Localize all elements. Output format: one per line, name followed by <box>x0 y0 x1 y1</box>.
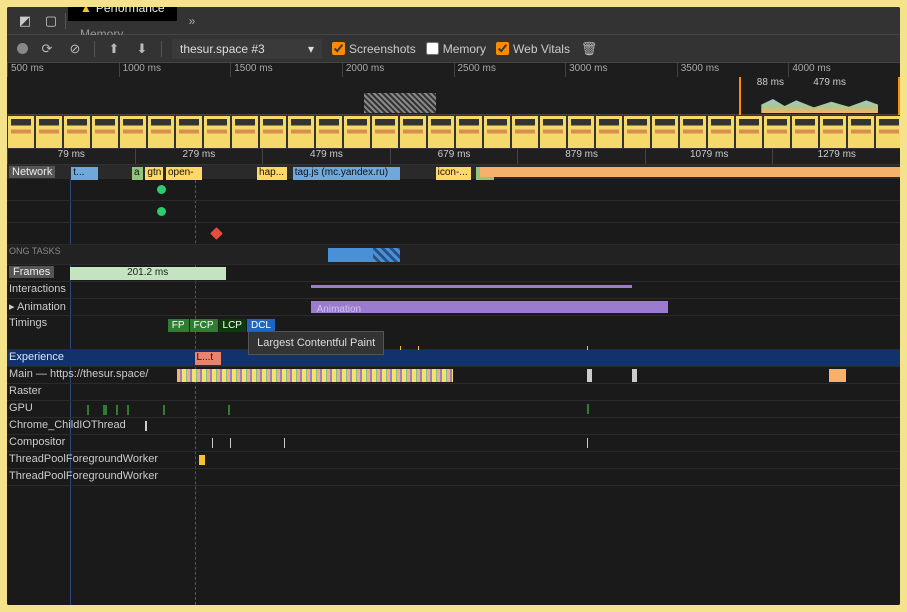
animation-bar: Animation <box>311 301 668 313</box>
webvitals-checkbox[interactable]: Web Vitals <box>496 42 570 56</box>
overview-cursor-right: 479 ms <box>813 77 846 88</box>
screenshot-thumb[interactable] <box>819 115 847 149</box>
red-marker-icon <box>211 227 224 240</box>
frame-duration: 201.2 ms <box>70 267 226 280</box>
screenshot-thumb[interactable] <box>63 115 91 149</box>
fcp-chip[interactable]: FCP <box>190 319 218 332</box>
screenshot-thumb[interactable] <box>455 115 483 149</box>
screenshot-thumb[interactable] <box>371 115 399 149</box>
compositor-track[interactable]: Compositor <box>7 435 900 452</box>
layout-shift-chip[interactable]: L...t <box>195 352 222 365</box>
experience-track[interactable]: Experience L...t <box>7 350 900 367</box>
screenshots-checkbox[interactable]: Screenshots <box>332 42 416 56</box>
screenshot-thumb[interactable] <box>679 115 707 149</box>
record-button[interactable] <box>17 43 28 54</box>
screenshot-thumb[interactable] <box>231 115 259 149</box>
more-tabs-icon[interactable]: » <box>179 8 206 34</box>
vitals-row-1 <box>7 179 900 201</box>
screenshot-thumb[interactable] <box>847 115 875 149</box>
clear-icon[interactable]: ⊘ <box>66 41 84 57</box>
main-track[interactable]: Main — https://thesur.space/ <box>7 367 900 384</box>
threadpool-track-2[interactable]: ThreadPoolForegroundWorker <box>7 469 900 486</box>
screenshot-thumb[interactable] <box>427 115 455 149</box>
reload-icon[interactable]: ⟳ <box>38 41 56 57</box>
raster-track[interactable]: Raster <box>7 384 900 401</box>
screenshot-thumb[interactable] <box>539 115 567 149</box>
timeline-ruler[interactable]: 79 ms279 ms479 ms679 ms879 ms1079 ms1279… <box>7 149 900 165</box>
screenshot-thumb[interactable] <box>735 115 763 149</box>
perf-toolbar: ⟳ ⊘ ⬆ ⬇ thesur.space #3▾ Screenshots Mem… <box>7 35 900 63</box>
delete-profile-icon[interactable]: 🗑 <box>580 41 598 57</box>
screenshot-thumb[interactable] <box>567 115 595 149</box>
vitals-row-2 <box>7 201 900 223</box>
tab-performance[interactable]: ▲Performance <box>68 7 177 21</box>
screenshot-thumb[interactable] <box>623 115 651 149</box>
screenshot-thumb[interactable] <box>91 115 119 149</box>
screenshot-filmstrip[interactable] <box>7 115 900 149</box>
fp-chip[interactable]: FP <box>168 319 189 332</box>
lcp-chip[interactable]: LCP <box>219 319 246 332</box>
devtools-window: ◩ ▢ ElementsConsoleSources▲Network▲Perfo… <box>7 7 900 605</box>
long-tasks-track[interactable]: ONG TASKS <box>7 245 900 265</box>
frames-track[interactable]: Frames 201.2 ms <box>7 265 900 282</box>
screenshot-thumb[interactable] <box>315 115 343 149</box>
flame-chart[interactable]: Network t...agtnopen-hap...tag.js (mc.ya… <box>7 165 900 605</box>
screenshot-thumb[interactable] <box>203 115 231 149</box>
animation-track[interactable]: ▸ Animation Animation <box>7 299 900 316</box>
lcp-tooltip: Largest Contentful Paint <box>248 331 384 355</box>
overview-cursor-left: 88 ms <box>757 77 784 88</box>
profile-select[interactable]: thesur.space #3▾ <box>172 39 322 59</box>
green-marker-icon <box>157 207 166 216</box>
inspect-icon[interactable]: ◩ <box>13 9 37 33</box>
screenshot-thumb[interactable] <box>343 115 371 149</box>
screenshot-thumb[interactable] <box>119 115 147 149</box>
timings-track[interactable]: Timings FPFCPLCPDCL Largest Contentful P… <box>7 316 900 350</box>
screenshot-thumb[interactable] <box>511 115 539 149</box>
network-track[interactable]: Network t...agtnopen-hap...tag.js (mc.ya… <box>7 165 900 179</box>
interactions-track[interactable]: Interactions <box>7 282 900 299</box>
overview-pane[interactable]: 500 ms1000 ms1500 ms2000 ms2500 ms3000 m… <box>7 63 900 115</box>
screenshot-thumb[interactable] <box>875 115 900 149</box>
devtools-tabbar: ◩ ▢ ElementsConsoleSources▲Network▲Perfo… <box>7 7 900 35</box>
screenshot-thumb[interactable] <box>259 115 287 149</box>
load-profile-icon[interactable]: ⬆ <box>105 41 123 57</box>
screenshot-thumb[interactable] <box>651 115 679 149</box>
vitals-row-3 <box>7 223 900 245</box>
screenshot-thumb[interactable] <box>791 115 819 149</box>
memory-checkbox[interactable]: Memory <box>426 42 486 56</box>
green-marker-icon <box>157 185 166 194</box>
screenshot-thumb[interactable] <box>399 115 427 149</box>
threadpool-track-1[interactable]: ThreadPoolForegroundWorker <box>7 452 900 469</box>
screenshot-thumb[interactable] <box>707 115 735 149</box>
screenshot-thumb[interactable] <box>175 115 203 149</box>
profile-select-value: thesur.space #3 <box>180 42 265 56</box>
screenshot-thumb[interactable] <box>287 115 315 149</box>
chrome-io-track[interactable]: Chrome_ChildIOThread <box>7 418 900 435</box>
screenshot-thumb[interactable] <box>595 115 623 149</box>
screenshot-thumb[interactable] <box>483 115 511 149</box>
device-toggle-icon[interactable]: ▢ <box>39 9 63 33</box>
screenshot-thumb[interactable] <box>147 115 175 149</box>
screenshot-thumb[interactable] <box>35 115 63 149</box>
save-profile-icon[interactable]: ⬇ <box>133 41 151 57</box>
screenshot-thumb[interactable] <box>7 115 35 149</box>
gpu-track[interactable]: GPU <box>7 401 900 418</box>
screenshot-thumb[interactable] <box>763 115 791 149</box>
